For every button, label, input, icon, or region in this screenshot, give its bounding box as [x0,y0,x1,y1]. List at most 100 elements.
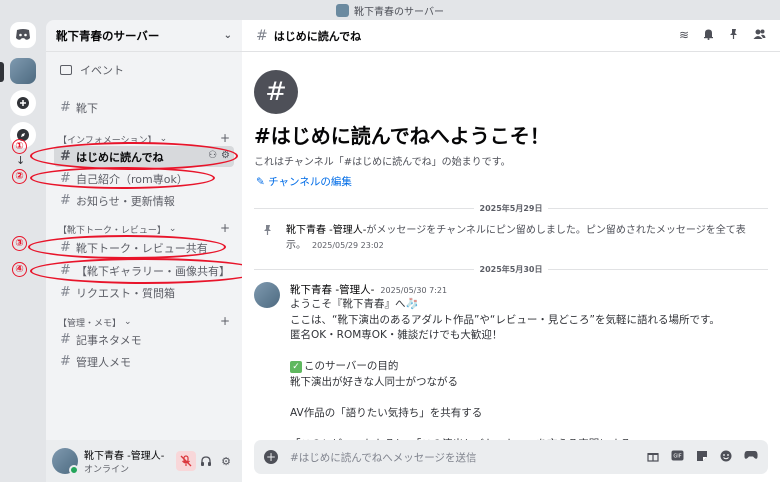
user-name: 靴下青春 -管理人- [84,451,165,462]
user-panel: 靴下青春 -管理人- オンライン ⚙ [46,440,242,482]
hash-icon: # [256,27,268,44]
gif-icon[interactable]: GIF [671,450,684,465]
discord-home-button[interactable] [10,22,36,48]
avatar[interactable] [52,448,79,475]
divider-line [548,268,768,270]
headset-icon [201,456,211,466]
headphones-icon[interactable] [196,451,216,471]
chevron-down-icon: ⌄ [124,317,132,327]
window-title: 靴下青春のサーバー [354,6,444,18]
server-icon-button[interactable] [10,58,36,84]
server-icon-small [336,3,350,17]
message-line [290,421,764,437]
gift-icon[interactable] [647,450,659,465]
message-author[interactable]: 靴下青春 -管理人- [290,284,374,296]
pencil-icon: ✎ [256,176,265,188]
events-label: イベント [80,64,124,77]
message-header: 靴下青春 -管理人- 2025/05/30 7:21 [290,282,764,297]
events-item[interactable]: イベント [54,60,234,80]
members-icon[interactable] [753,28,766,43]
chevron-down-icon: ⌄ [168,224,177,234]
download-icon[interactable]: ↓ [16,154,25,167]
threads-icon[interactable]: ≋ [679,28,689,43]
hash-icon: # [60,100,71,115]
category-admin[interactable]: 【管理・メモ】 ⌄ + [54,314,234,329]
channel-label: リクエスト・質問箱 [76,286,175,300]
channel-label: 靴下 [76,101,98,115]
hash-icon: # [60,354,71,369]
date-divider: 2025年5月29日 [254,202,768,214]
chat-area: # はじめに読んでね ≋ # #はじめに読んでねへようこそ！ これはチャンネル「… [242,20,780,482]
channel-news[interactable]: # お知らせ・更新情報 [54,190,234,211]
channel-label: 記事ネタメモ [76,333,142,347]
composer-icons: GIF [647,450,758,465]
add-channel-icon[interactable]: + [220,314,230,328]
sticker-icon[interactable] [696,450,708,465]
user-status: オンライン [84,465,130,475]
channel-label: 管理人メモ [76,355,131,369]
mic-muted-icon[interactable] [176,451,196,471]
chevron-down-icon: ⌄ [223,30,232,41]
message-line-text: このサーバーの目的 [304,360,399,372]
channel-hash-badge: # [254,70,298,114]
edit-channel-link[interactable]: ✎ チャンネルの編集 [256,174,352,189]
discord-icon [16,29,30,40]
divider-line [254,207,474,209]
hash-icon: # [60,193,71,208]
server-header[interactable]: 靴下青春のサーバー ⌄ [46,20,242,52]
add-channel-icon[interactable]: + [220,221,230,235]
server-name: 靴下青春のサーバー [56,28,160,43]
upload-plus-icon[interactable]: + [264,450,278,464]
pin-timestamp: 2025/05/29 23:02 [312,241,384,250]
category-label: 【管理・メモ】 [58,318,122,329]
pin-icon [254,223,286,253]
message-line-goal: ✓ このサーバーの目的 [290,359,764,375]
message-line: ここは、“靴下演出のあるアダルト作品”や“レビュー・見どころ”を気軽に語れる場所… [290,313,720,326]
pin-system-message: 靴下青春 -管理人-がメッセージをチャンネルにピン留めしました。ピン留めされたメ… [254,223,764,253]
hash-icon: # [60,332,71,347]
message-line: 匿名OK・ROM専OK・雑談だけでも大歓迎！ [290,329,503,341]
message-timestamp: 2025/05/30 7:21 [380,286,448,295]
channel-kutsushita[interactable]: # 靴下 [54,97,234,118]
settings-gear-icon[interactable]: ⚙ [216,451,236,471]
user-names[interactable]: 靴下青春 -管理人- オンライン [84,447,176,475]
server-selected-pill [0,62,4,82]
annotation-2: ② [12,169,27,184]
category-label: 【靴下トーク・レビュー】 [58,225,166,236]
add-channel-icon[interactable]: + [220,131,230,145]
pin-author[interactable]: 靴下青春 -管理人- [286,225,366,236]
divider-line [548,207,768,209]
welcome-title: #はじめに読んでねへようこそ！ [254,124,550,148]
channel-admin[interactable]: # 管理人メモ [54,351,234,372]
avatar[interactable] [254,282,280,308]
pin-message-body: 靴下青春 -管理人-がメッセージをチャンネルにピン留めしました。ピン留めされたメ… [286,223,764,253]
pin-icon[interactable] [728,28,739,43]
message-line [290,344,764,360]
annotation-ellipse-4 [30,258,260,284]
plus-icon [17,97,29,109]
channel-label: お知らせ・更新情報 [76,194,175,208]
emoji-icon[interactable] [720,450,732,465]
bell-icon[interactable] [703,28,714,43]
game-icon[interactable] [744,450,758,465]
message-line [290,390,764,406]
add-server-button[interactable] [10,90,36,116]
svg-text:GIF: GIF [673,453,681,459]
date-divider: 2025年5月30日 [254,263,768,275]
annotation-ellipse-2 [30,167,215,189]
window-titlebar: 靴下青春のサーバー [0,0,780,20]
channel-request[interactable]: # リクエスト・質問箱 [54,282,234,303]
channel-header: # はじめに読んでね ≋ [242,20,780,52]
category-talk[interactable]: 【靴下トーク・レビュー】 ⌄ + [54,221,234,236]
divider-line [254,268,474,270]
message-line: 靴下演出が好きな人同士がつながる [290,375,458,388]
calendar-icon [60,65,72,75]
channel-memo[interactable]: # 記事ネタメモ [54,329,234,350]
message: 靴下青春 -管理人- 2025/05/30 7:21 ようこそ『靴下青春』へ🧦 こ… [254,282,764,452]
header-icons: ≋ [679,28,766,43]
welcome-subtitle: これはチャンネル「#はじめに読んでね」の始まりです。 [254,157,511,168]
online-status-dot [69,465,79,475]
date-label: 2025年5月30日 [479,264,543,274]
message-line: ようこそ『靴下青春』へ🧦 [290,298,419,310]
message-input[interactable]: #はじめに読んでねへメッセージを送信 [290,450,647,465]
